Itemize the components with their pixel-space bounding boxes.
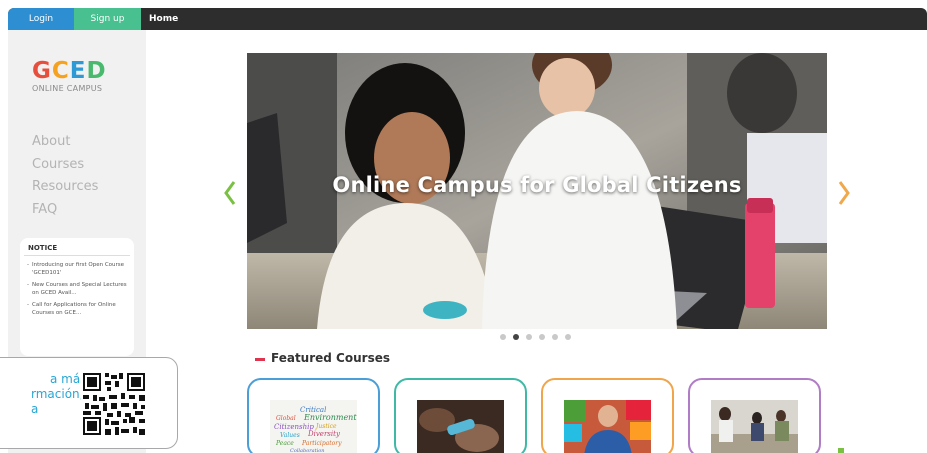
nav-about[interactable]: About	[32, 134, 70, 149]
word-cloud-image: Critical Global Environment Citizenship …	[270, 400, 357, 453]
course-card[interactable]	[394, 378, 527, 453]
logo-subtitle: ONLINE CAMPUS	[32, 84, 103, 93]
classroom-photo-image	[711, 400, 798, 453]
carousel-dot[interactable]	[500, 334, 506, 340]
hands-photo-image	[417, 400, 504, 453]
featured-accent-bar	[255, 358, 265, 361]
qr-info-box: a más rmación, a	[0, 357, 178, 449]
nav-faq[interactable]: FAQ	[32, 202, 57, 217]
qr-code-icon[interactable]	[81, 371, 147, 437]
logo-letter-e: E	[69, 58, 87, 84]
logo-letter-g: G	[32, 58, 52, 84]
hero-title: Online Campus for Global Citizens	[332, 173, 742, 197]
svg-text:Collaboration: Collaboration	[290, 448, 324, 453]
signup-button[interactable]: Sign up	[74, 8, 141, 30]
gced-logo[interactable]: GCED ONLINE CAMPUS	[32, 60, 107, 94]
svg-text:Diversity: Diversity	[307, 430, 341, 438]
qr-text-line: rmación,	[31, 387, 84, 401]
top-nav-bar: Login Sign up Home	[8, 8, 927, 30]
nav-courses[interactable]: Courses	[32, 157, 84, 172]
svg-text:Justice: Justice	[314, 423, 337, 430]
logo-letters: GCED	[32, 60, 107, 83]
carousel-dot[interactable]	[565, 334, 571, 340]
login-button[interactable]: Login	[8, 8, 74, 30]
home-link[interactable]: Home	[149, 8, 185, 30]
svg-text:Values: Values	[280, 432, 300, 439]
notice-item[interactable]: Introducing our first Open Course 'GCED1…	[27, 262, 128, 277]
notice-title: NOTICE	[24, 238, 130, 256]
course-card[interactable]	[688, 378, 821, 453]
carousel-dot[interactable]	[526, 334, 532, 340]
logo-letter-d: D	[86, 58, 107, 84]
carousel-dot-active[interactable]	[513, 334, 519, 340]
qr-info-text: a más rmación, a	[0, 372, 86, 417]
svg-text:Peace: Peace	[275, 440, 294, 447]
nav-resources[interactable]: Resources	[32, 179, 98, 194]
notice-list: Introducing our first Open Course 'GCED1…	[20, 256, 134, 317]
carousel-prev-arrow-icon[interactable]	[222, 178, 238, 208]
presenter-photo-image	[564, 400, 651, 453]
logo-letter-c: C	[51, 58, 70, 84]
featured-courses-title: Featured Courses	[271, 351, 390, 365]
qr-text-line: a más	[50, 372, 87, 386]
featured-next-indicator[interactable]	[838, 448, 844, 453]
hero-carousel[interactable]: Online Campus for Global Citizens	[247, 53, 827, 329]
course-card[interactable]: Critical Global Environment Citizenship …	[247, 378, 380, 453]
carousel-next-arrow-icon[interactable]	[836, 178, 852, 208]
course-card[interactable]	[541, 378, 674, 453]
qr-text-line: a	[31, 402, 39, 416]
carousel-dot[interactable]	[552, 334, 558, 340]
notice-item[interactable]: New Courses and Special Lectures on GCED…	[27, 282, 128, 297]
notice-panel: NOTICE Introducing our first Open Course…	[20, 238, 134, 356]
svg-text:Environment: Environment	[303, 413, 357, 422]
notice-item[interactable]: Call for Applications for Online Courses…	[27, 302, 128, 317]
carousel-dot[interactable]	[539, 334, 545, 340]
svg-text:Participatory: Participatory	[301, 440, 342, 447]
svg-text:Global: Global	[276, 415, 296, 422]
